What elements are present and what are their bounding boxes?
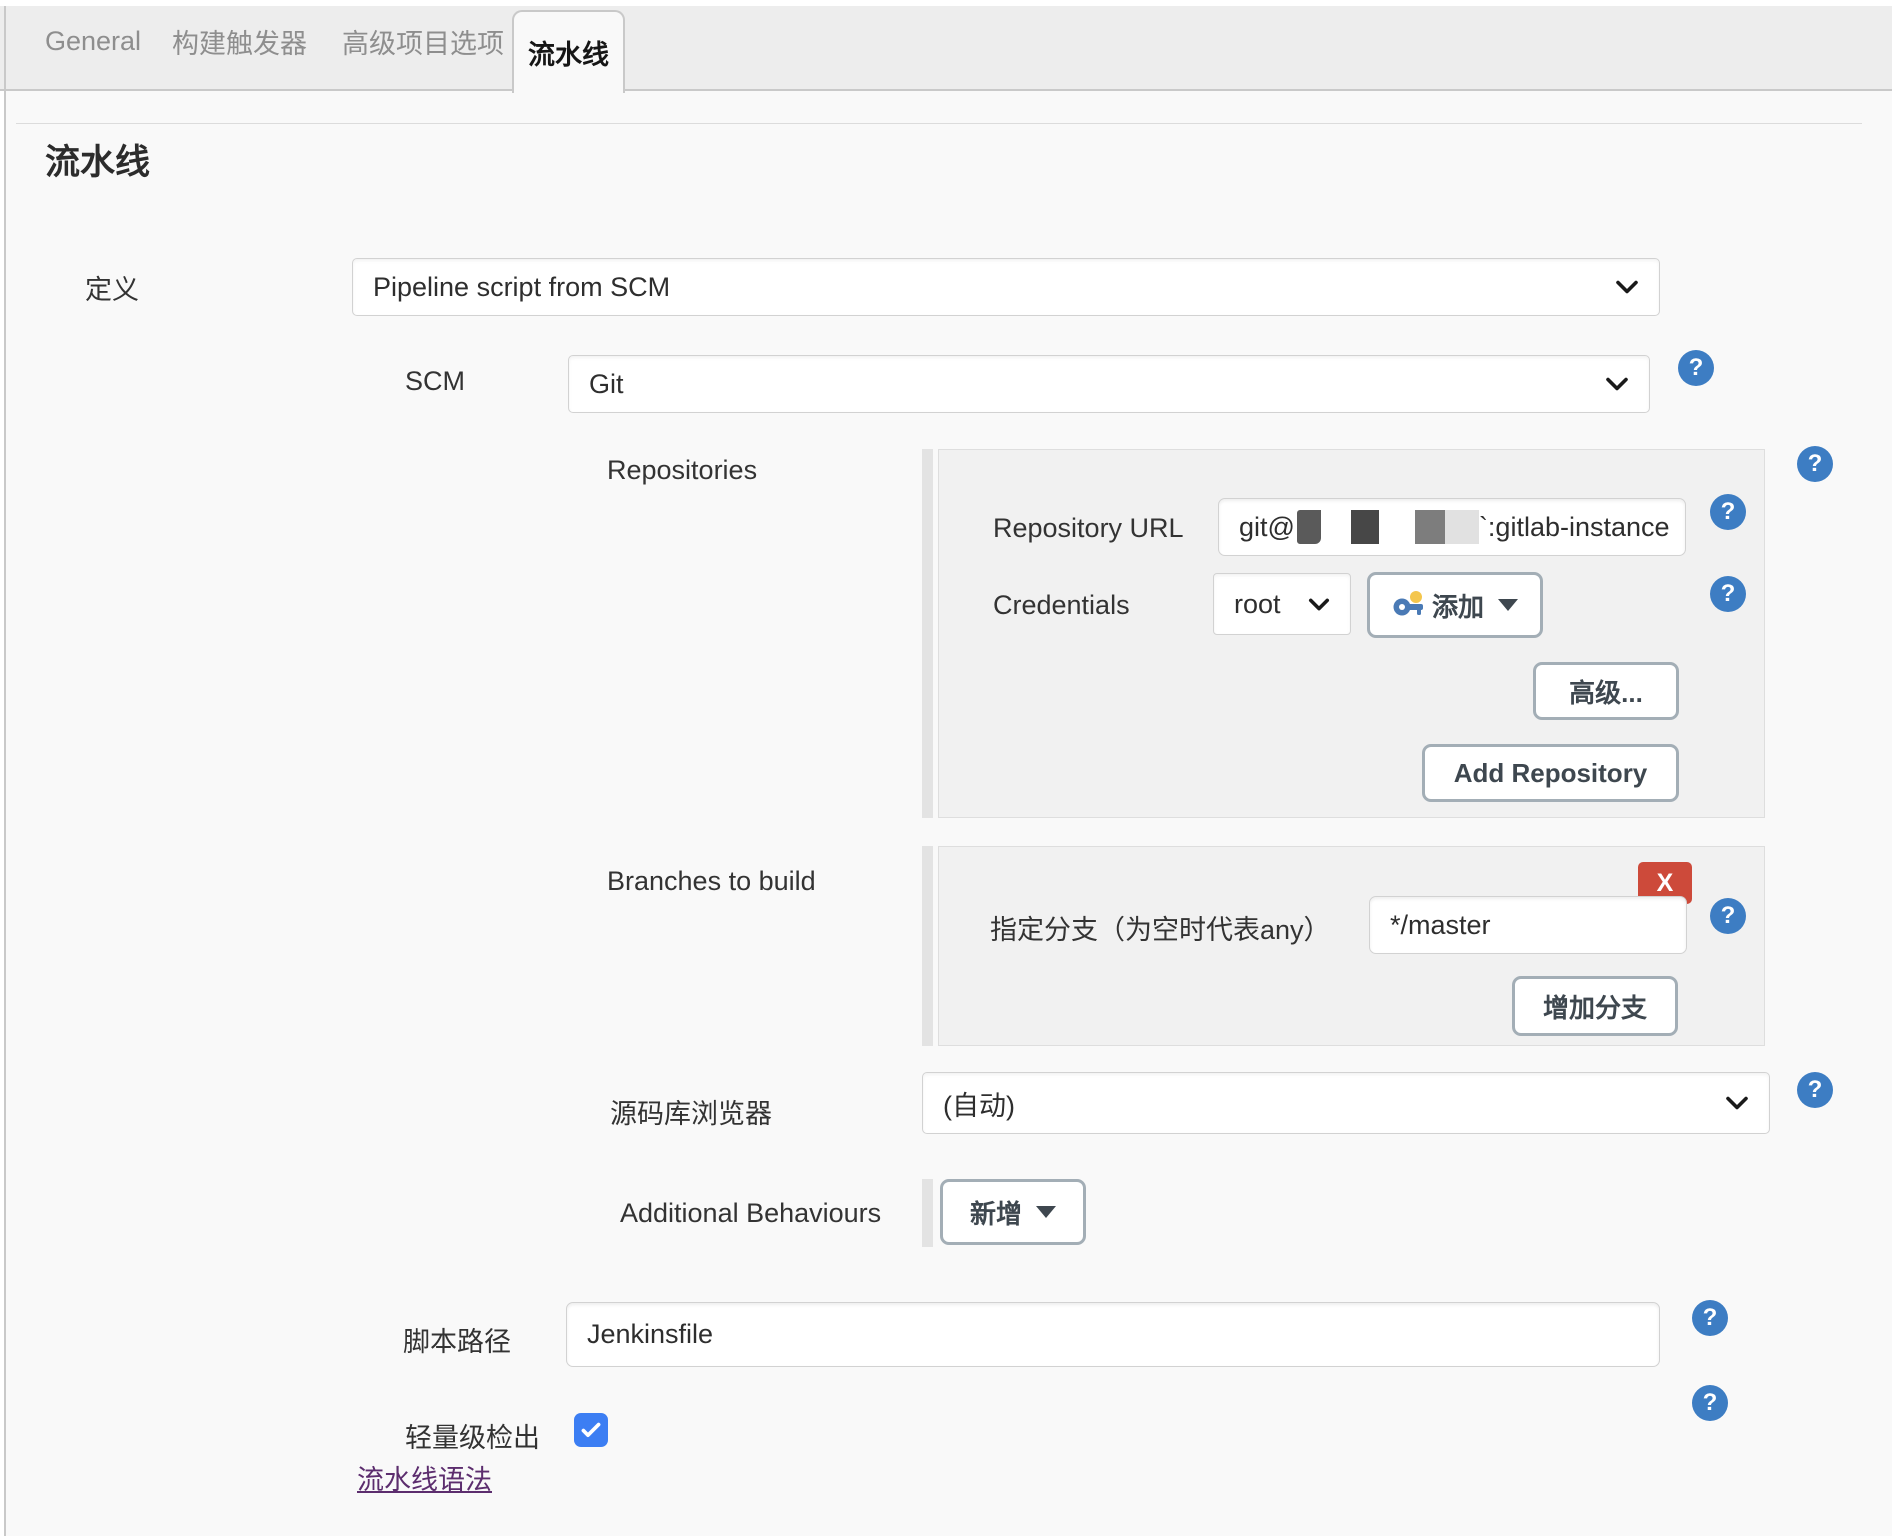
script-path-help-icon[interactable]: ? bbox=[1692, 1300, 1728, 1336]
script-path-label: 脚本路径 bbox=[403, 1327, 511, 1357]
section-separator bbox=[16, 123, 1862, 124]
repository-url-prefix: git@ bbox=[1239, 511, 1295, 542]
redaction-block bbox=[1414, 510, 1445, 544]
repository-browser-label: 源码库浏览器 bbox=[610, 1099, 772, 1129]
lightweight-checkout-label: 轻量级检出 bbox=[405, 1423, 540, 1453]
lightweight-checkbox[interactable] bbox=[574, 1413, 608, 1447]
scm-select-value: Git bbox=[589, 368, 624, 399]
page-title: 流水线 bbox=[45, 143, 151, 182]
add-repository-button[interactable]: Add Repository bbox=[1422, 744, 1679, 802]
drag-handle[interactable] bbox=[922, 1179, 933, 1247]
add-credentials-label: 添加 bbox=[1431, 591, 1484, 622]
tab-advanced-project-options[interactable]: 高级项目选项 bbox=[342, 0, 504, 83]
pipeline-syntax-link[interactable]: 流水线语法 bbox=[357, 1458, 492, 1497]
tab-pipeline[interactable]: 流水线 bbox=[512, 10, 625, 93]
tab-pipeline-label: 流水线 bbox=[528, 40, 609, 70]
branch-specifier-value: */master bbox=[1390, 909, 1491, 940]
drag-handle[interactable] bbox=[922, 846, 933, 1046]
chevron-down-icon bbox=[1726, 1096, 1748, 1110]
branch-specifier-label: 指定分支（为空时代表any） bbox=[990, 915, 1331, 945]
caret-down-icon bbox=[1036, 1206, 1056, 1218]
repository-url-help-icon[interactable]: ? bbox=[1710, 494, 1746, 530]
credentials-select[interactable]: root bbox=[1213, 573, 1351, 635]
chevron-down-icon bbox=[1308, 598, 1330, 610]
scm-select[interactable]: Git bbox=[568, 355, 1650, 413]
tab-build-triggers[interactable]: 构建触发器 bbox=[172, 0, 307, 83]
branch-specifier-input[interactable]: */master bbox=[1369, 896, 1687, 954]
chevron-down-icon bbox=[1616, 280, 1638, 294]
credentials-label: Credentials bbox=[993, 590, 1130, 620]
key-icon bbox=[1393, 591, 1423, 616]
repositories-section-label: Repositories bbox=[607, 455, 758, 485]
credentials-help-icon[interactable]: ? bbox=[1710, 576, 1746, 612]
repository-browser-help-icon[interactable]: ? bbox=[1797, 1072, 1833, 1108]
repository-url-label: Repository URL bbox=[993, 513, 1184, 543]
checkmark-icon bbox=[581, 1422, 601, 1438]
add-credentials-button[interactable]: 添加 bbox=[1367, 572, 1543, 638]
redaction-block bbox=[1444, 510, 1479, 544]
page-left-border bbox=[4, 6, 6, 1536]
repository-browser-value: (自动) bbox=[943, 1090, 1015, 1121]
add-behaviour-button[interactable]: 新增 bbox=[940, 1179, 1086, 1245]
definition-label: 定义 bbox=[85, 275, 139, 305]
definition-select[interactable]: Pipeline script from SCM bbox=[352, 258, 1660, 316]
tab-general[interactable]: General bbox=[45, 0, 141, 83]
caret-down-icon bbox=[1498, 599, 1518, 611]
add-branch-button[interactable]: 增加分支 bbox=[1512, 976, 1678, 1036]
advanced-button[interactable]: 高级... bbox=[1533, 662, 1679, 720]
chevron-down-icon bbox=[1606, 377, 1628, 391]
script-path-input[interactable]: Jenkinsfile bbox=[566, 1302, 1660, 1367]
scm-label: SCM bbox=[405, 366, 465, 396]
repository-url-suffix: `:gitlab-instance bbox=[1478, 511, 1670, 542]
branches-section-label: Branches to build bbox=[607, 866, 816, 896]
repository-browser-select[interactable]: (自动) bbox=[922, 1072, 1770, 1134]
redaction-block bbox=[1350, 510, 1379, 544]
drag-handle[interactable] bbox=[922, 449, 933, 818]
lightweight-checkout-help-icon[interactable]: ? bbox=[1692, 1385, 1728, 1421]
definition-select-value: Pipeline script from SCM bbox=[373, 271, 671, 302]
repositories-help-icon[interactable]: ? bbox=[1797, 446, 1833, 482]
pipeline-config-page: General 构建触发器 高级项目选项 流水线 流水线 定义 Pipeline… bbox=[0, 0, 1892, 1536]
script-path-value: Jenkinsfile bbox=[587, 1319, 714, 1349]
repository-url-input[interactable]: git@ `:gitlab-instance bbox=[1218, 498, 1686, 556]
branch-specifier-help-icon[interactable]: ? bbox=[1710, 898, 1746, 934]
additional-behaviours-label: Additional Behaviours bbox=[620, 1198, 882, 1228]
add-behaviour-label: 新增 bbox=[969, 1198, 1022, 1229]
credentials-select-value: root bbox=[1234, 588, 1281, 619]
redaction-block bbox=[1296, 510, 1321, 544]
scm-help-icon[interactable]: ? bbox=[1678, 350, 1714, 386]
